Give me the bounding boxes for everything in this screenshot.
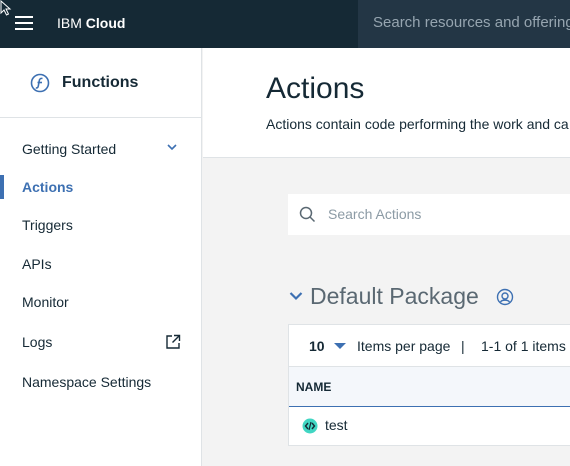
sidebar-item-namespace-settings[interactable]: Namespace Settings: [0, 364, 201, 400]
search-actions-input[interactable]: Search Actions: [288, 194, 570, 235]
sidebar-item-label: Namespace Settings: [22, 374, 152, 390]
sidebar-item-label: Logs: [22, 334, 53, 350]
page-description: Actions contain code performing the work…: [266, 116, 569, 132]
sidebar-item-triggers[interactable]: Triggers: [0, 207, 201, 243]
sidebar-item-monitor[interactable]: Monitor: [0, 284, 201, 320]
sidebar-item-label: APIs: [22, 256, 52, 272]
table-row[interactable]: test: [289, 407, 570, 445]
sidebar-item-getting-started[interactable]: Getting Started: [0, 131, 201, 167]
menu-icon[interactable]: [15, 16, 33, 30]
sidebar-header: Functions: [0, 48, 201, 118]
package-settings-icon[interactable]: [496, 288, 514, 306]
top-header: IBM Cloud Search resources and offerings…: [0, 0, 570, 48]
sidebar-item-label: Getting Started: [22, 141, 117, 157]
items-per-page-select[interactable]: 10: [309, 338, 325, 354]
page-header: Actions Actions contain code performing …: [203, 48, 570, 158]
sidebar-item-actions[interactable]: Actions: [0, 169, 201, 205]
chevron-down-icon[interactable]: [166, 141, 178, 153]
pagination: 10 Items per page | 1-1 of 1 items: [289, 325, 570, 367]
sidebar: Functions Getting Started Actions Trigge…: [0, 48, 202, 466]
actions-table: 10 Items per page | 1-1 of 1 items NAME …: [288, 324, 570, 446]
sidebar-item-logs[interactable]: Logs: [0, 324, 201, 360]
sidebar-item-label: Actions: [22, 179, 74, 195]
package-title[interactable]: Default Package: [310, 283, 479, 310]
page-title: Actions: [266, 72, 365, 105]
code-icon: [302, 418, 318, 434]
pagination-range: 1-1 of 1 items: [481, 338, 566, 354]
action-name-link[interactable]: test: [325, 417, 348, 433]
sidebar-item-apis[interactable]: APIs: [0, 246, 201, 282]
functions-icon: [30, 73, 50, 93]
brand-ibm: IBM: [57, 15, 82, 31]
search-icon: [299, 206, 316, 223]
external-link-icon[interactable]: [165, 334, 181, 350]
caret-down-icon[interactable]: [334, 343, 346, 349]
sidebar-title: Functions: [62, 74, 139, 91]
global-search-placeholder: Search resources and offerings...: [373, 14, 570, 31]
table-header: NAME: [289, 367, 570, 407]
pagination-separator: |: [461, 338, 465, 354]
sidebar-item-label: Monitor: [22, 294, 69, 310]
sidebar-item-label: Triggers: [22, 217, 73, 233]
brand-logo[interactable]: IBM Cloud: [57, 15, 125, 31]
search-actions-placeholder: Search Actions: [328, 206, 422, 222]
items-per-page-label: Items per page: [357, 338, 451, 354]
mouse-cursor-icon: [0, 0, 12, 16]
global-search-input[interactable]: Search resources and offerings...: [358, 0, 570, 48]
brand-cloud: Cloud: [85, 15, 126, 31]
chevron-down-icon[interactable]: [289, 290, 303, 302]
column-header-name[interactable]: NAME: [296, 380, 331, 394]
